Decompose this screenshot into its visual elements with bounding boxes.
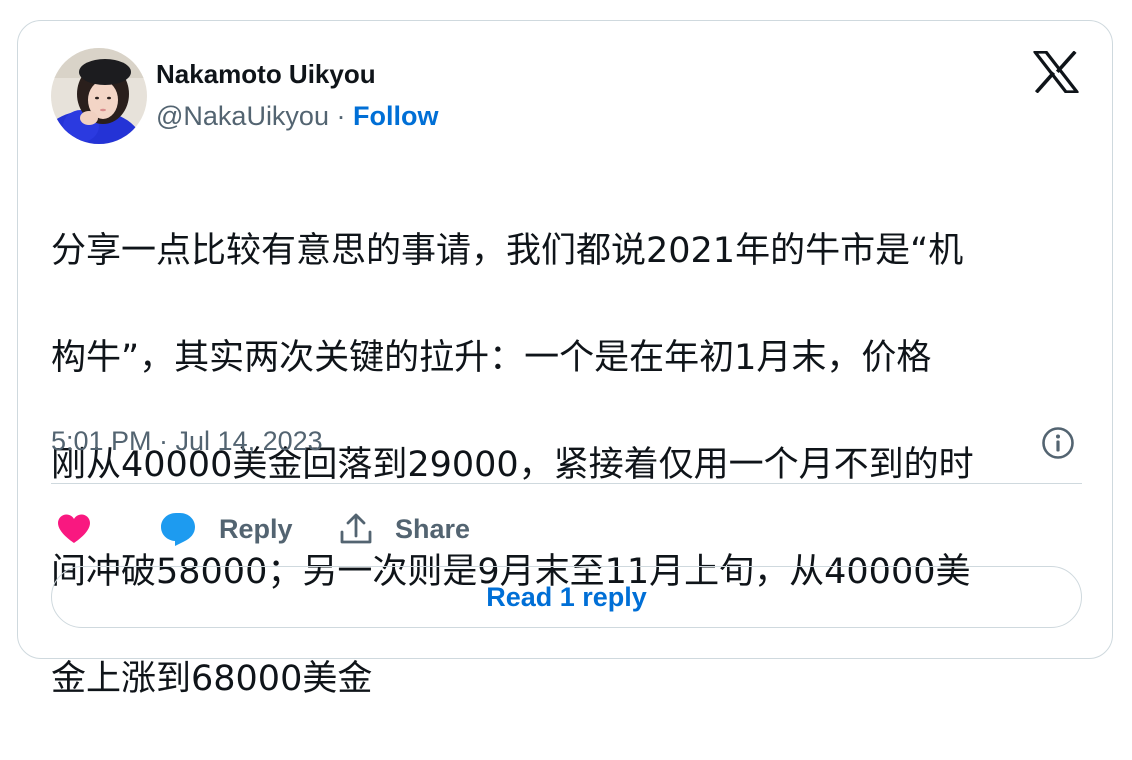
- follow-button[interactable]: Follow: [353, 101, 438, 131]
- tweet-text: 分享一点比较有意思的事请，我们都说2021年的牛市是“机 构牛”，其实两次关键的…: [51, 171, 1081, 760]
- author-handle-row: @NakaUikyou · Follow: [156, 101, 438, 132]
- embedded-tweet-card: Nakamoto Uikyou @NakaUikyou · Follow 分享一…: [17, 20, 1113, 699]
- author-avatar[interactable]: [51, 48, 147, 144]
- like-button[interactable]: [56, 508, 92, 550]
- handle-separator: ·: [336, 101, 346, 131]
- author-name[interactable]: Nakamoto Uikyou: [156, 59, 376, 90]
- tweet-timestamp[interactable]: 5:01 PM · Jul 14, 2023: [51, 426, 323, 457]
- tweet-text-line: 金上涨到68000美金: [51, 658, 373, 699]
- info-icon[interactable]: [1041, 426, 1075, 460]
- share-label: Share: [395, 513, 471, 544]
- read-replies-button[interactable]: Read 1 reply: [51, 566, 1082, 628]
- tweet-text-line: 构牛”，其实两次关键的拉升：一个是在年初1月末，价格: [51, 337, 932, 378]
- reply-button[interactable]: Reply: [159, 508, 293, 550]
- avatar-image: [51, 48, 147, 144]
- speech-bubble-icon: [161, 513, 195, 546]
- divider: [51, 483, 1082, 484]
- x-logo-icon[interactable]: [1033, 51, 1079, 93]
- author-handle[interactable]: @NakaUikyou: [156, 101, 329, 131]
- tweet-text-line: 分享一点比较有意思的事请，我们都说2021年的牛市是“机: [51, 230, 964, 271]
- reply-label: Reply: [219, 513, 293, 544]
- heart-icon: [58, 514, 90, 543]
- share-upload-icon: [340, 513, 372, 544]
- share-button[interactable]: Share: [339, 508, 470, 550]
